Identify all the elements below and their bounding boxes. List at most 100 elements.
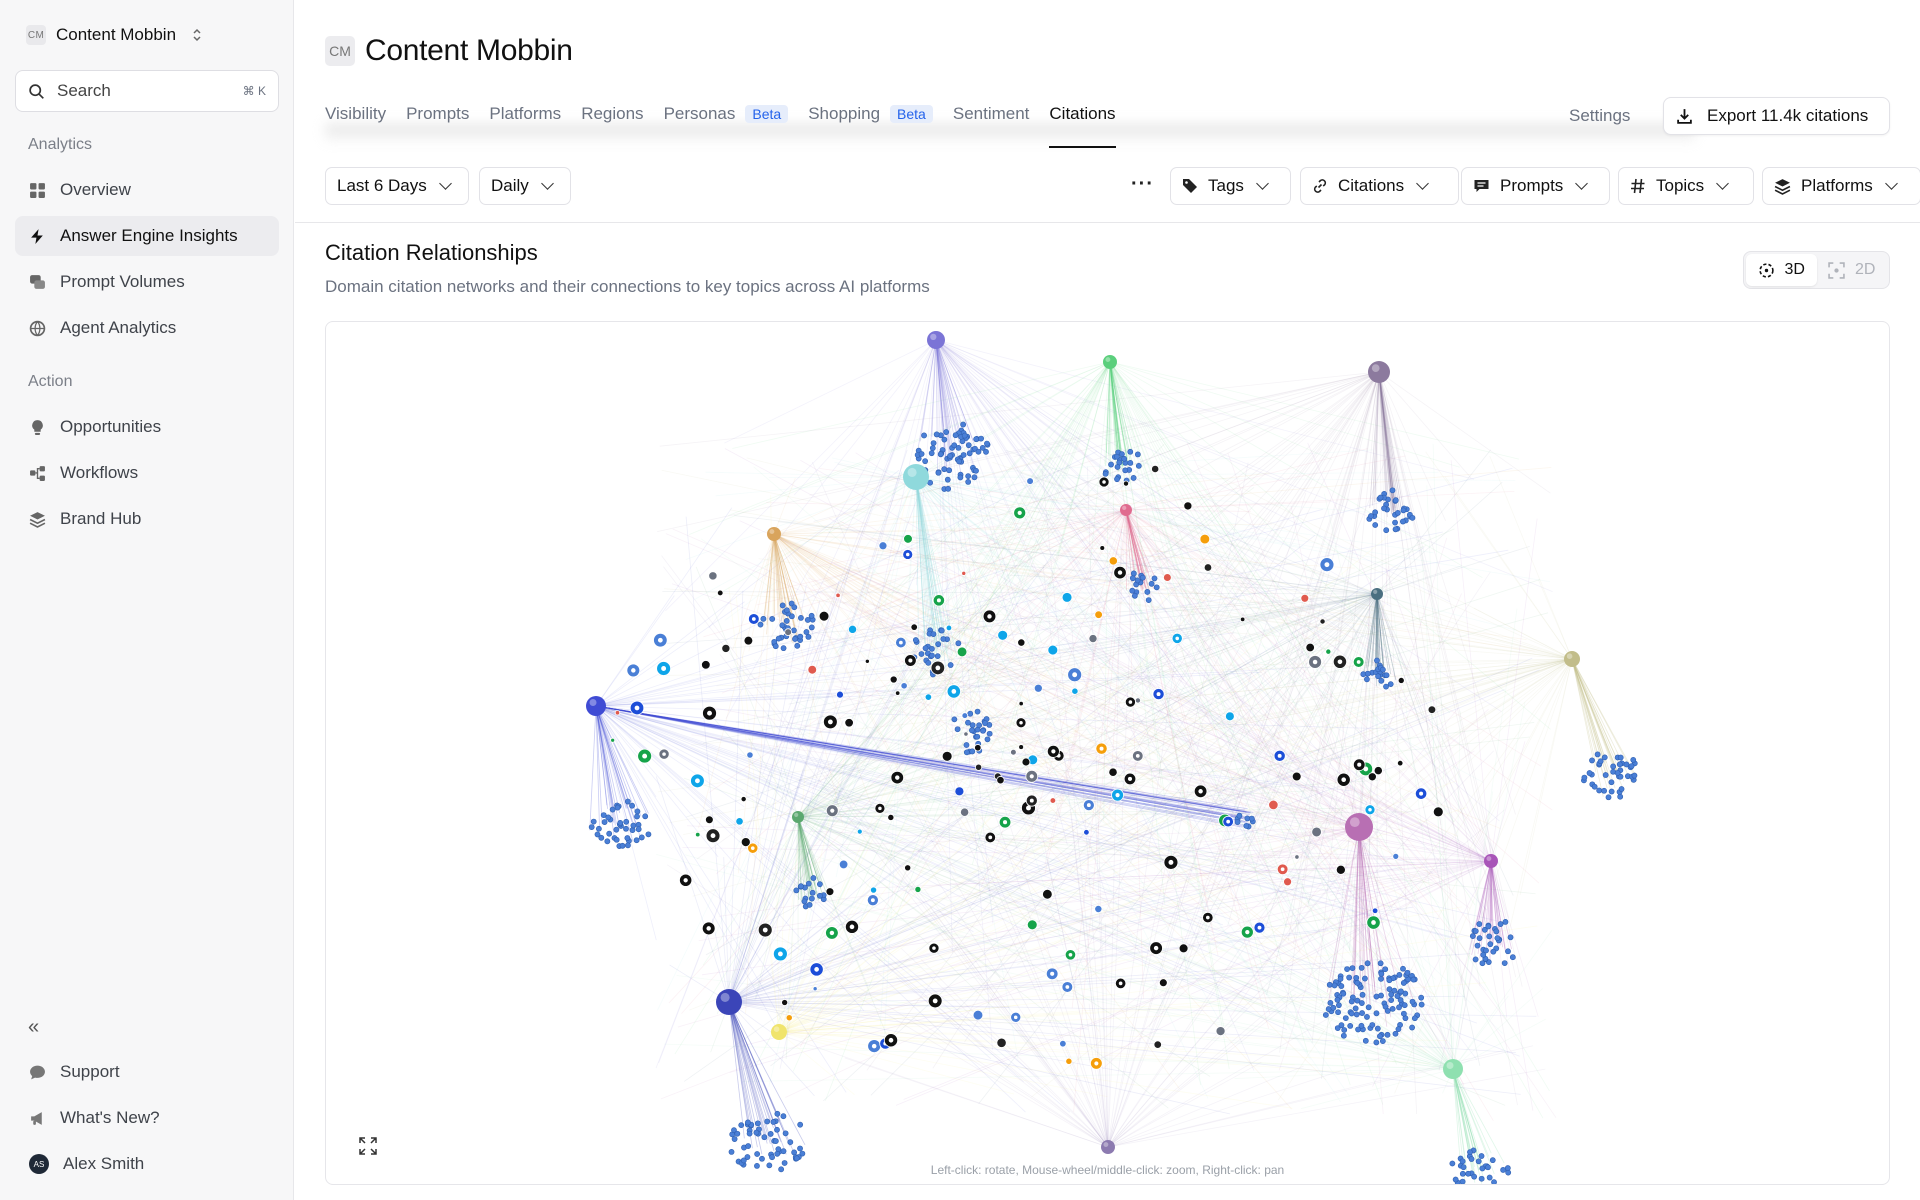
domain-node — [918, 651, 925, 657]
link-icon — [1313, 179, 1327, 193]
date-range-select[interactable]: Last 6 Days — [325, 167, 469, 205]
sidebar-item-brand-hub[interactable]: Brand Hub — [15, 499, 279, 539]
tab-visibility[interactable]: Visibility — [325, 104, 386, 148]
tab-prompts[interactable]: Prompts — [406, 104, 469, 148]
domain-node — [925, 659, 932, 666]
domain-node — [805, 880, 812, 887]
granularity-select[interactable]: Daily — [479, 167, 571, 205]
domain-node — [1305, 642, 1315, 653]
domain-node — [645, 831, 652, 838]
domain-node — [1359, 991, 1366, 998]
domain-node-glyph — [657, 637, 663, 643]
domain-node — [743, 635, 754, 646]
tab-personas[interactable]: Personas Beta — [664, 104, 789, 148]
domain-node — [1581, 774, 1588, 781]
prompts-filter[interactable]: Prompts — [1461, 167, 1610, 205]
sidebar-item-opportunities[interactable]: Opportunities — [15, 407, 279, 447]
domain-node — [1631, 772, 1638, 779]
domain-node-glyph — [895, 775, 900, 780]
tags-filter[interactable]: Tags — [1170, 167, 1291, 205]
megaphone-icon — [31, 1111, 42, 1125]
network-edge — [1452, 608, 1518, 1070]
more-options-icon[interactable]: ··· — [1131, 174, 1154, 194]
search-box[interactable]: Search ⌘ K — [15, 70, 279, 112]
domain-node — [775, 1146, 782, 1153]
domain-node-glyph — [908, 658, 913, 663]
topic-hub-node — [1103, 355, 1117, 369]
domain-node — [1391, 987, 1398, 994]
tab-shopping[interactable]: Shopping Beta — [808, 104, 933, 148]
workspace-switcher[interactable]: CM Content Mobbin — [26, 22, 202, 48]
sidebar-item-overview[interactable]: Overview — [15, 170, 279, 210]
platforms-filter[interactable]: Platforms — [1762, 167, 1920, 205]
view-2d-button[interactable]: 2D — [1817, 254, 1888, 286]
domain-node-glyph — [706, 926, 711, 931]
network-canvas[interactable] — [326, 322, 1890, 1185]
collapse-sidebar-icon[interactable]: « — [28, 1016, 39, 1039]
domain-node — [1610, 763, 1617, 770]
domain-node — [1358, 964, 1365, 971]
domain-node — [1375, 673, 1381, 680]
domain-node — [606, 830, 613, 837]
sidebar-item-prompt-volumes[interactable]: Prompt Volumes — [15, 262, 279, 302]
tab-citations[interactable]: Citations — [1049, 104, 1116, 148]
domain-node — [1342, 1015, 1349, 1021]
domain-node — [1178, 943, 1189, 954]
page-header: CM Content Mobbin — [325, 34, 573, 68]
domain-node — [1330, 1004, 1337, 1011]
filter-label: Topics — [1656, 176, 1705, 195]
citations-filter[interactable]: Citations — [1300, 167, 1459, 205]
sidebar-item-support[interactable]: Support — [15, 1052, 279, 1092]
domain-node — [895, 690, 901, 696]
chevron-down-icon — [1575, 177, 1589, 190]
sidebar-item-answer-engine-insights[interactable]: Answer Engine Insights — [15, 216, 279, 256]
domain-node-glyph — [1017, 510, 1022, 515]
domain-node — [1283, 877, 1293, 887]
domain-node — [1467, 1149, 1473, 1156]
domain-node — [1122, 467, 1129, 474]
user-name: Alex Smith — [63, 1154, 145, 1173]
sidebar-item-whats-new[interactable]: What's New? — [15, 1098, 279, 1138]
citation-network-graph[interactable]: Left-click: rotate, Mouse-wheel/middle-c… — [325, 321, 1890, 1185]
domain-node — [1400, 965, 1406, 972]
domain-node — [1144, 589, 1151, 595]
domain-node — [780, 645, 787, 652]
topics-filter[interactable]: Topics — [1618, 167, 1754, 205]
network-edge — [589, 705, 597, 831]
user-profile[interactable]: AS Alex Smith — [15, 1144, 279, 1184]
domain-node — [803, 629, 810, 635]
tab-platforms[interactable]: Platforms — [489, 104, 561, 148]
domain-node — [1021, 757, 1031, 767]
tab-regions[interactable]: Regions — [581, 104, 643, 148]
domain-node-glyph — [661, 666, 667, 671]
view-3d-button[interactable]: 3D — [1746, 254, 1817, 286]
domain-node — [924, 693, 933, 701]
topic-hub-highlight — [1486, 856, 1492, 861]
domain-node — [808, 612, 815, 619]
sidebar-item-workflows[interactable]: Workflows — [15, 453, 279, 493]
domain-node — [794, 642, 801, 649]
domain-node — [1597, 758, 1604, 765]
domain-node — [1153, 1040, 1162, 1049]
domain-node — [740, 837, 751, 848]
sidebar-item-agent-analytics[interactable]: Agent Analytics — [15, 308, 279, 348]
settings-link[interactable]: Settings — [1569, 106, 1630, 126]
hash-icon — [1631, 178, 1645, 194]
domain-node — [1353, 1011, 1360, 1018]
topic-hub-highlight — [769, 529, 775, 534]
export-citations-button[interactable]: Export 11.4k citations — [1663, 97, 1890, 135]
domain-node — [605, 814, 612, 821]
domain-node-glyph — [1198, 789, 1203, 794]
domain-node — [1394, 510, 1401, 516]
domain-node — [614, 710, 621, 716]
domain-node-glyph — [683, 878, 688, 883]
domain-node — [960, 807, 970, 817]
domain-node — [1061, 592, 1073, 603]
domain-node — [1340, 990, 1347, 997]
domain-node — [1378, 970, 1385, 977]
fullscreen-icon[interactable] — [358, 1136, 378, 1156]
beta-badge: Beta — [745, 105, 789, 123]
domain-node — [1384, 1031, 1391, 1038]
topic-hub-highlight — [589, 699, 597, 706]
tab-sentiment[interactable]: Sentiment — [953, 104, 1030, 148]
